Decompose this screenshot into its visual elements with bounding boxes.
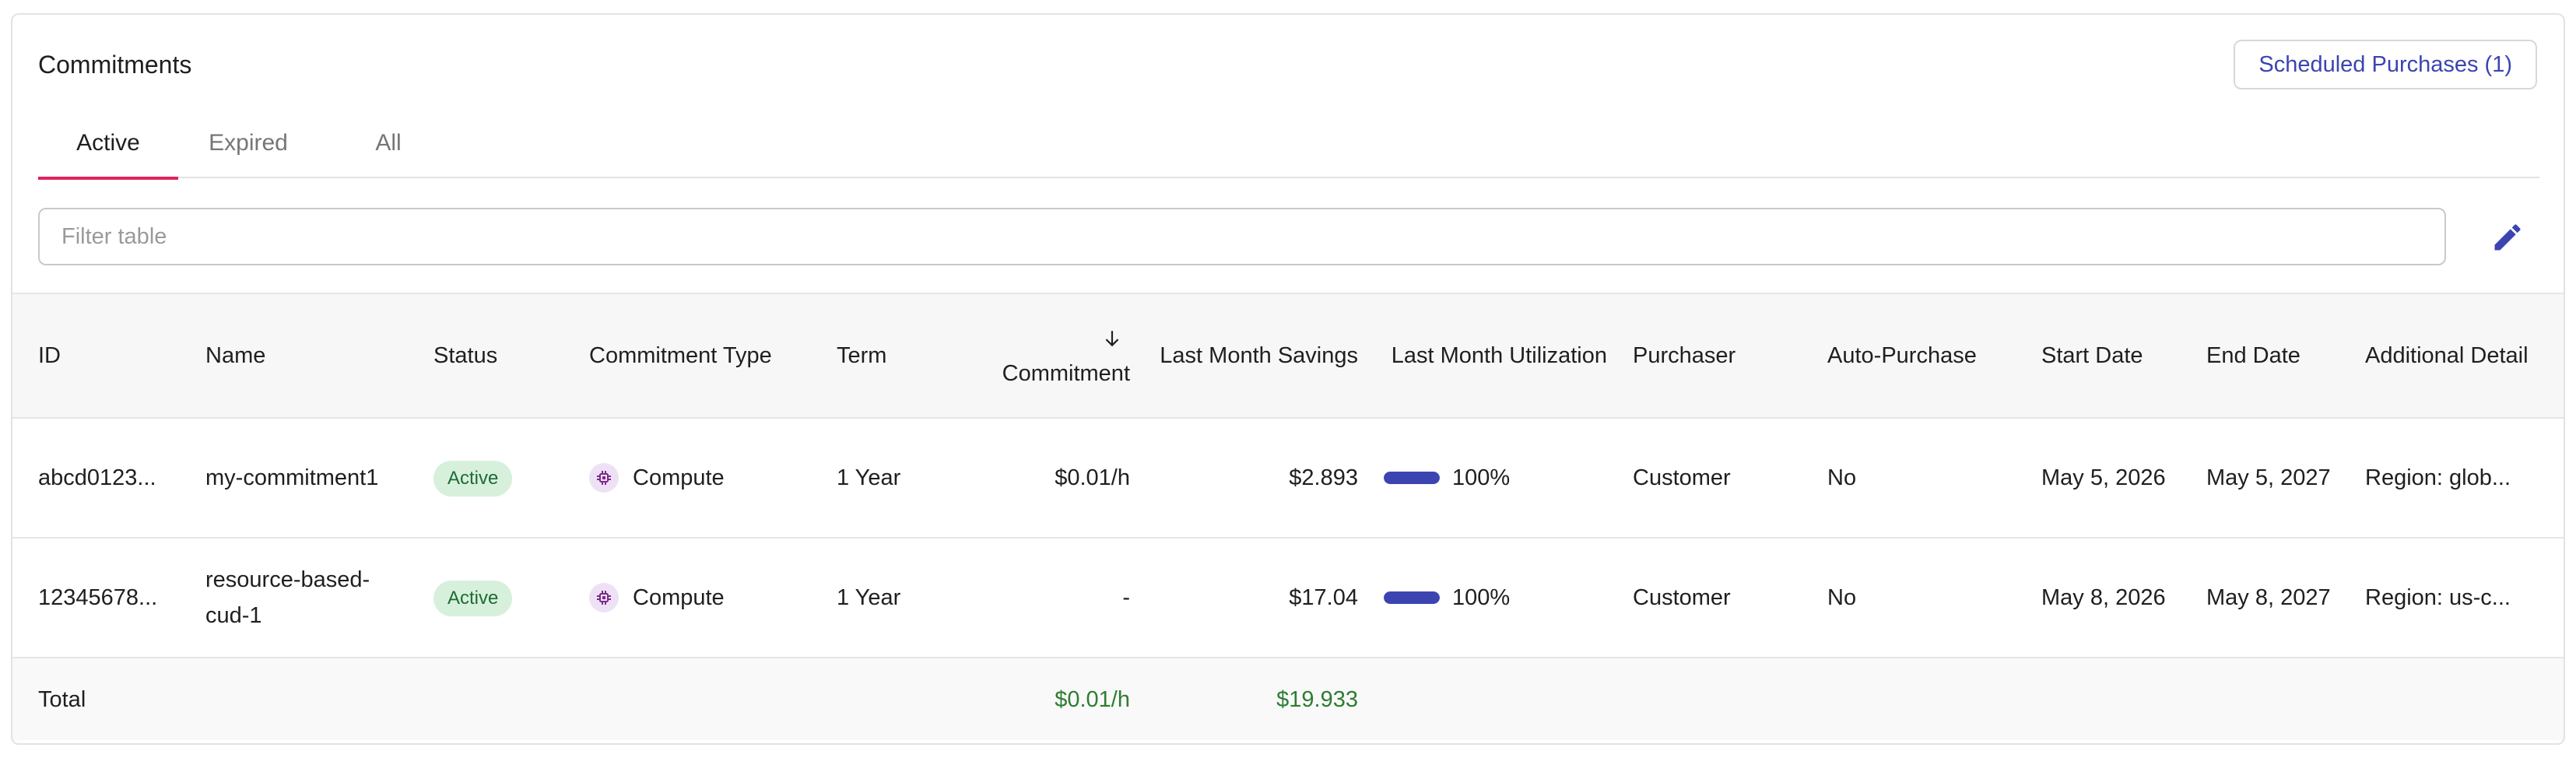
cell-commitment-type: Compute — [563, 418, 811, 538]
filter-row — [12, 208, 2564, 268]
total-commitment: $0.01/h — [1055, 686, 1130, 712]
tab-active[interactable]: Active — [38, 108, 178, 180]
col-purchaser[interactable]: Purchaser — [1607, 293, 1802, 419]
table-header-row: ID Name Status Commitment Type Term Comm… — [12, 293, 2564, 419]
col-end-date[interactable]: End Date — [2181, 293, 2339, 419]
cell-additional-detail: Region: glob... — [2365, 465, 2511, 490]
commitment-type-label: Compute — [633, 585, 725, 610]
utilization-bar — [1384, 472, 1440, 484]
commitment-type-label: Compute — [633, 465, 725, 490]
total-empty — [2339, 658, 2564, 740]
cell-utilization: 100% — [1358, 538, 1607, 658]
pencil-icon — [2494, 224, 2521, 251]
col-auto-purchase[interactable]: Auto-Purchase — [1802, 293, 2016, 419]
col-term[interactable]: Term — [811, 293, 959, 419]
scheduled-purchases-button[interactable]: Scheduled Purchases (1) — [2234, 40, 2537, 89]
col-status[interactable]: Status — [408, 293, 563, 419]
tab-expired[interactable]: Expired — [178, 108, 318, 178]
col-last-month-savings[interactable]: Last Month Savings — [1130, 293, 1358, 419]
cell-start-date: May 8, 2026 — [2041, 585, 2166, 610]
cell-term: 1 Year — [837, 465, 901, 490]
chip-icon — [589, 463, 619, 493]
status-badge: Active — [433, 581, 513, 616]
cell-end-date: May 8, 2027 — [2206, 585, 2331, 610]
commitments-table: ID Name Status Commitment Type Term Comm… — [12, 293, 2564, 740]
total-savings: $19.933 — [1276, 686, 1358, 712]
col-commitment-label: Commitment — [1002, 361, 1130, 386]
cell-end-date: May 5, 2027 — [2206, 465, 2331, 490]
chip-icon — [589, 583, 619, 612]
total-empty — [408, 658, 563, 740]
cell-name: resource-based-cud-1 — [205, 567, 370, 628]
total-empty — [1802, 658, 2016, 740]
col-last-month-utilization[interactable]: Last Month Utilization — [1358, 293, 1607, 419]
cell-commitment: $0.01/h — [1055, 465, 1130, 490]
total-label: Total — [38, 686, 86, 712]
table-row[interactable]: abcd0123... my-commitment1 Active Comput… — [12, 418, 2564, 538]
utilization-bar-fill — [1384, 591, 1440, 604]
col-name[interactable]: Name — [180, 293, 408, 419]
cell-status: Active — [408, 538, 563, 658]
status-badge: Active — [433, 461, 513, 497]
cell-commitment: - — [1122, 585, 1130, 610]
commitments-card: Commitments Scheduled Purchases (1) Acti… — [11, 13, 2565, 745]
edit-columns-button[interactable] — [2487, 217, 2528, 258]
cell-purchaser: Customer — [1633, 585, 1731, 610]
cell-savings: $17.04 — [1289, 585, 1358, 610]
total-empty — [563, 658, 811, 740]
cell-status: Active — [408, 418, 563, 538]
cell-utilization: 100% — [1358, 418, 1607, 538]
cell-auto-purchase: No — [1827, 585, 1857, 610]
col-id[interactable]: ID — [12, 293, 180, 419]
total-empty — [1607, 658, 1802, 740]
cell-savings: $2.893 — [1289, 465, 1358, 490]
cell-purchaser: Customer — [1633, 465, 1731, 490]
total-empty — [180, 658, 408, 740]
cell-additional-detail: Region: us-c... — [2365, 585, 2511, 610]
col-additional-detail[interactable]: Additional Detail — [2339, 293, 2564, 419]
col-commitment-type[interactable]: Commitment Type — [563, 293, 811, 419]
tab-all[interactable]: All — [318, 108, 458, 178]
filter-input[interactable] — [38, 208, 2446, 265]
total-empty — [2181, 658, 2339, 740]
utilization-value: 100% — [1452, 465, 1511, 490]
cell-id: abcd0123... — [38, 465, 156, 490]
cell-id: 12345678... — [38, 585, 158, 610]
table-total-row: Total $0.01/h $19.933 — [12, 658, 2564, 740]
cell-commitment-type: Compute — [563, 538, 811, 658]
cell-name: my-commitment1 — [205, 465, 379, 490]
arrow-down-icon — [1105, 331, 1119, 347]
utilization-value: 100% — [1452, 585, 1511, 610]
total-empty — [2016, 658, 2181, 740]
utilization-bar — [1384, 591, 1440, 604]
total-empty — [811, 658, 959, 740]
total-empty — [1358, 658, 1607, 740]
cell-start-date: May 5, 2026 — [2041, 465, 2166, 490]
page-title: Commitments — [38, 51, 192, 79]
cell-auto-purchase: No — [1827, 465, 1857, 490]
table-row[interactable]: 12345678... resource-based-cud-1 Active … — [12, 538, 2564, 658]
utilization-bar-fill — [1384, 472, 1440, 484]
tab-bar: Active Expired All — [38, 108, 2539, 180]
card-header: Commitments Scheduled Purchases (1) Acti… — [12, 15, 2564, 180]
cell-term: 1 Year — [837, 585, 901, 610]
col-commitment[interactable]: Commitment — [959, 293, 1130, 419]
col-start-date[interactable]: Start Date — [2016, 293, 2181, 419]
